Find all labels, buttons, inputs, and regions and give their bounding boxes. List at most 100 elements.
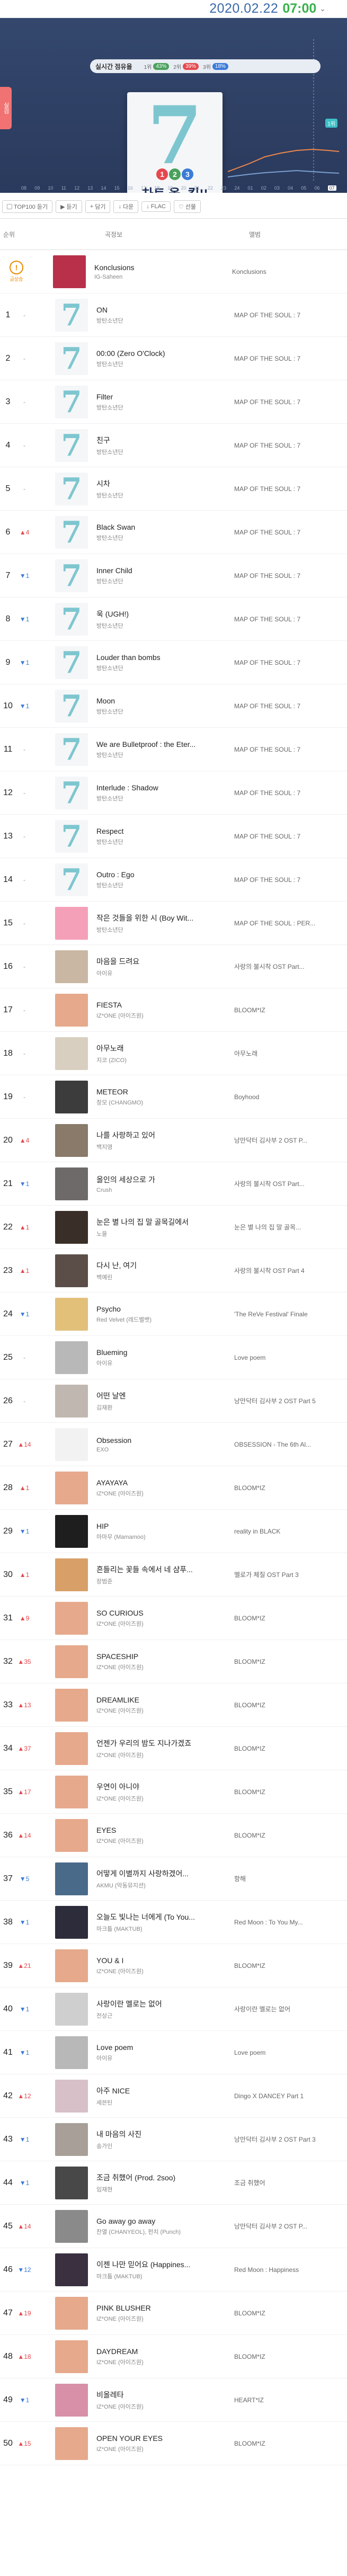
table-row[interactable]: 27 ▲14 Obsession EXO OBSESSION - The 6th Al.… xyxy=(0,1423,347,1466)
table-row[interactable]: 25 - Blueming 아이유 Love poem xyxy=(0,1336,347,1379)
song-artist[interactable]: 방탄소년단 xyxy=(96,925,234,934)
download-button[interactable]: ↓ 다운 xyxy=(113,200,139,213)
song-album[interactable]: 조금 취했어 xyxy=(234,2178,347,2187)
table-row[interactable]: 18- 아무노래 지코 (ZICO) 아무노래 xyxy=(0,1032,347,1075)
table-row[interactable]: 24 ▼1 Psycho Red Velvet (레드벨벳) 'The ReVe Fes… xyxy=(0,1293,347,1336)
album-cover[interactable]: 7 xyxy=(55,863,88,896)
table-row[interactable]: 34 ▲37 언젠가 우리의 밤도 지나가겠죠 IZ*ONE (아이즈원) BLOOM*… xyxy=(0,1727,347,1770)
song-title[interactable]: EYES xyxy=(96,1826,234,1834)
song-title[interactable]: DREAMLIKE xyxy=(96,1696,234,1704)
song-album[interactable]: MAP OF THE SOUL : 7 xyxy=(234,659,347,666)
add-button[interactable]: + 담기 xyxy=(85,200,111,213)
song-artist[interactable]: 노을 xyxy=(96,1229,234,1238)
table-row[interactable]: 22 ▲1 눈은 별 나의 집 말 골목길에서 노을 눈은 별 나의 집 말 골목... xyxy=(0,1206,347,1249)
listen-button[interactable]: ▶ 듣기 xyxy=(56,200,82,213)
table-row[interactable]: 40 ▼1 사랑이란 멜로는 없어 전상근 사랑이란 멜로는 없어 xyxy=(0,1987,347,2031)
song-album[interactable]: 사랑의 불시착 OST Part... xyxy=(234,962,347,971)
song-album[interactable]: MAP OF THE SOUL : 7 xyxy=(234,355,347,362)
song-title[interactable]: METEOR xyxy=(96,1088,234,1096)
table-row[interactable]: 6 ▲4 7 Black Swan 방탄소년단 MAP OF THE SOUL : 7 xyxy=(0,511,347,554)
song-artist[interactable]: IZ*ONE (아이즈원) xyxy=(96,1794,234,1803)
song-artist[interactable]: 방탄소년단 xyxy=(96,751,234,759)
song-artist[interactable]: 임재현 xyxy=(96,2185,234,2194)
song-album[interactable]: 눈은 별 나의 집 말 골목... xyxy=(234,1223,347,1232)
song-artist[interactable]: 방탄소년단 xyxy=(96,794,234,803)
song-title[interactable]: Black Swan xyxy=(96,523,234,531)
song-title[interactable]: 욱 (UGH!) xyxy=(96,609,234,619)
song-artist[interactable]: 지코 (ZICO) xyxy=(96,1056,234,1064)
song-album[interactable]: MAP OF THE SOUL : 7 xyxy=(234,746,347,753)
album-cover[interactable] xyxy=(55,1384,88,1418)
song-album[interactable]: Red Moon : Happiness xyxy=(234,2266,347,2274)
table-row[interactable]: 47 ▲19 PINK BLUSHER IZ*ONE (아이즈원) BLOOM*IZ xyxy=(0,2292,347,2335)
song-album[interactable]: MAP OF THE SOUL : 7 xyxy=(234,702,347,710)
album-cover[interactable]: 7 xyxy=(55,689,88,723)
album-cover[interactable]: 7 xyxy=(55,733,88,766)
song-artist[interactable]: 장범준 xyxy=(96,1577,234,1585)
song-album[interactable]: 사랑의 불시착 OST Part... xyxy=(234,1179,347,1188)
table-row[interactable]: 32 ▲35 SPACESHIP IZ*ONE (아이즈원) BLOOM*IZ xyxy=(0,1640,347,1683)
album-cover[interactable] xyxy=(55,1341,88,1374)
song-artist[interactable]: 방탄소년단 xyxy=(96,491,234,500)
song-artist[interactable]: 전상근 xyxy=(96,2011,234,2020)
album-cover[interactable] xyxy=(55,2123,88,2156)
album-cover[interactable] xyxy=(55,1819,88,1852)
song-artist[interactable]: 아이유 xyxy=(96,2054,234,2062)
song-artist[interactable]: IZ*ONE (아이즈원) xyxy=(96,2445,234,2453)
album-cover[interactable] xyxy=(55,1558,88,1591)
table-row[interactable]: 15 - 작은 것들을 위한 시 (Boy Wit... 방탄소년단 MAP OF TH… xyxy=(0,902,347,945)
song-artist[interactable]: IZ*ONE (아이즈원) xyxy=(96,1706,234,1715)
song-title[interactable]: 조금 취했어 (Prod. 2soo) xyxy=(96,2172,234,2183)
table-row[interactable]: 30 ▲1 흔들리는 꽃들 속에서 네 샴푸... 장범준 멜로가 체질 OST Par… xyxy=(0,1553,347,1597)
song-album[interactable]: BLOOM*IZ xyxy=(234,1745,347,1752)
song-title[interactable]: AYAYAYA xyxy=(96,1478,234,1487)
song-album[interactable]: MAP OF THE SOUL : 7 xyxy=(234,833,347,840)
song-artist[interactable]: Red Velvet (레드벨벳) xyxy=(96,1315,234,1324)
table-row[interactable]: 45 ▲14 Go away go away 찬열 (CHANYEOL), 펀치 (P… xyxy=(0,2205,347,2248)
song-title[interactable]: PINK BLUSHER xyxy=(96,2304,234,2312)
song-title[interactable]: 시차 xyxy=(96,478,234,489)
table-row[interactable]: 21 ▼1 올인의 세상으로 가 Crush 사랑의 불시착 OST Part... xyxy=(0,1162,347,1206)
song-artist[interactable]: IZ*ONE (아이즈원) xyxy=(96,1619,234,1628)
album-cover[interactable]: 7 xyxy=(55,342,88,375)
flac-button[interactable]: ↓ FLAC xyxy=(141,201,171,212)
song-title[interactable]: FIESTA xyxy=(96,1001,234,1009)
song-artist[interactable]: IG-Saheen xyxy=(94,274,232,280)
checkbox-icon[interactable] xyxy=(7,204,12,209)
song-artist[interactable]: 방탄소년단 xyxy=(96,837,234,846)
table-row[interactable]: 38 ▼1 오늘도 빛나는 너에게 (To You... 마크툽 (MAKTUB) Re… xyxy=(0,1901,347,1944)
album-cover[interactable] xyxy=(55,1775,88,1808)
song-album[interactable]: BLOOM*IZ xyxy=(234,1788,347,1796)
album-cover[interactable] xyxy=(55,1297,88,1331)
song-album[interactable]: Dingo X DANCEY Part 1 xyxy=(234,2092,347,2100)
album-cover[interactable]: 7 xyxy=(55,559,88,592)
song-title[interactable]: 친구 xyxy=(96,435,234,445)
song-title[interactable]: Interlude : Shadow xyxy=(96,783,234,792)
song-album[interactable]: MAP OF THE SOUL : PER... xyxy=(234,920,347,927)
table-row[interactable]: 13 - 7 Respect 방탄소년단 MAP OF THE SOUL : 7 xyxy=(0,815,347,858)
gift-button[interactable]: ♡ 선물 xyxy=(173,200,201,213)
table-row[interactable]: 26 - 어떤 날엔 김재환 낭만닥터 김사부 2 OST Part 5 xyxy=(0,1379,347,1423)
album-cover[interactable] xyxy=(55,1949,88,1982)
song-artist[interactable]: 방탄소년단 xyxy=(96,621,234,630)
song-title[interactable]: 어떻게 이별까지 사랑하겠어... xyxy=(96,1868,234,1879)
album-cover[interactable] xyxy=(55,993,88,1027)
song-artist[interactable]: 찬열 (CHANYEOL), 펀치 (Punch) xyxy=(96,2227,234,2236)
album-cover[interactable]: 7 xyxy=(55,819,88,853)
song-title[interactable]: Psycho xyxy=(96,1305,234,1313)
song-artist[interactable]: 송가인 xyxy=(96,2142,234,2150)
song-artist[interactable]: Crush xyxy=(96,1187,234,1193)
song-title[interactable]: Moon xyxy=(96,697,234,705)
song-title[interactable]: 언젠가 우리의 밤도 지나가겠죠 xyxy=(96,1738,234,1749)
song-album[interactable]: reality in BLACK xyxy=(234,1528,347,1535)
song-title[interactable]: 눈은 별 나의 집 말 골목길에서 xyxy=(96,1217,234,1227)
table-row[interactable]: 46 ▼12 이젠 나만 믿어요 (Happines... 마크툽 (MAKTUB) R… xyxy=(0,2248,347,2292)
album-cover[interactable] xyxy=(55,2166,88,2199)
album-cover[interactable] xyxy=(55,1471,88,1504)
album-cover[interactable] xyxy=(55,1428,88,1461)
album-cover[interactable] xyxy=(55,1688,88,1722)
table-row[interactable]: 9 ▼1 7 Louder than bombs 방탄소년단 MAP OF THE SOU… xyxy=(0,641,347,684)
song-title[interactable]: 마음을 드려요 xyxy=(96,956,234,967)
table-row[interactable]: 10 ▼1 7 Moon 방탄소년단 MAP OF THE SOUL : 7 xyxy=(0,684,347,728)
album-cover[interactable]: 7 xyxy=(55,385,88,418)
